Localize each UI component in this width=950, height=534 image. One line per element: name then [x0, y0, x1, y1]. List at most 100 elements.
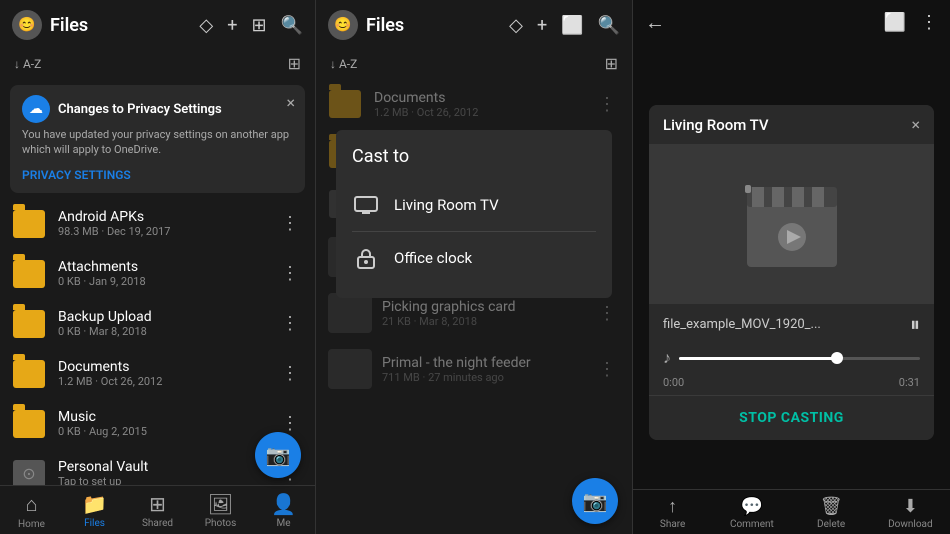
view-toggle[interactable]: ⊞	[605, 54, 618, 73]
seek-thumb[interactable]	[831, 352, 843, 364]
mid-topbar-icons: ◇ + ⬜ 🔍	[509, 15, 620, 36]
nav-photos[interactable]: 🖼 Photos	[189, 492, 252, 530]
files-icon: 📁	[82, 492, 107, 516]
cast-clock-label: Office clock	[394, 249, 472, 267]
cast-screen-icon[interactable]: ⬜	[884, 12, 906, 33]
item-menu-icon[interactable]: ⋮	[277, 359, 303, 388]
avatar[interactable]: 😊	[328, 10, 358, 40]
list-item[interactable]: Attachments 0 KB · Jan 9, 2018 ⋮	[0, 249, 315, 299]
more-icon[interactable]: ⋮	[920, 12, 938, 33]
mid-panel-title: Files	[366, 15, 501, 36]
pause-icon[interactable]: ⏸	[910, 312, 920, 336]
add-icon[interactable]: +	[227, 15, 237, 36]
notif-title: Changes to Privacy Settings	[58, 102, 222, 117]
photos-icon: 🖼	[208, 492, 233, 516]
item-menu-icon[interactable]: ⋮	[594, 90, 620, 119]
diamond-icon[interactable]: ◇	[199, 15, 213, 36]
folder-icon	[13, 360, 45, 388]
cast-device-tv[interactable]: Living Room TV	[352, 181, 596, 229]
nav-share[interactable]: ↑ Share	[633, 496, 712, 530]
cast-to-overlay: Cast to Living Room TV Office clock	[336, 130, 612, 298]
left-topbar-icons: ◇ + ⊞ 🔍	[199, 15, 303, 36]
folder-icon	[13, 260, 45, 288]
shared-icon: ⊞	[149, 492, 166, 516]
list-item[interactable]: Android APKs 98.3 MB · Dec 19, 2017 ⋮	[0, 199, 315, 249]
sort-label: ↓ A-Z	[330, 57, 357, 71]
nav-download-label: Download	[888, 519, 933, 530]
cast-device-clock[interactable]: Office clock	[352, 234, 596, 282]
delete-icon: 🗑	[820, 496, 843, 517]
list-item[interactable]: Documents 1.2 MB · Oct 26, 2012 ⋮	[316, 79, 632, 129]
cast-filename-row: file_example_MOV_1920_... ⏸	[649, 304, 934, 344]
music-note-icon: ♪	[663, 348, 671, 368]
cast-seek-row: ♪	[649, 344, 934, 376]
nav-download[interactable]: ⬇ Download	[871, 496, 950, 530]
cast-to-title: Cast to	[352, 146, 596, 167]
nav-files-label: Files	[84, 518, 105, 529]
clapperboard-icon	[737, 177, 847, 272]
cast-icon[interactable]: ⬜	[561, 15, 583, 36]
cast-time-current: 0:00	[663, 376, 684, 389]
cast-card-header: Living Room TV ×	[649, 105, 934, 144]
nav-me[interactable]: 👤 Me	[252, 492, 315, 530]
nav-home[interactable]: ⌂ Home	[0, 492, 63, 530]
seek-bar[interactable]	[679, 357, 920, 360]
camera-fab[interactable]: 📷	[255, 432, 301, 478]
cast-card-close-button[interactable]: ×	[911, 115, 920, 134]
item-menu-icon[interactable]: ⋮	[594, 299, 620, 328]
diamond-icon[interactable]: ◇	[509, 15, 523, 36]
left-panel: 😊 Files ◇ + ⊞ 🔍 ↓ A-Z ⊞ ☁ Changes to Pri…	[0, 0, 316, 534]
cast-card-title: Living Room TV	[663, 116, 769, 134]
comment-icon: 💬	[741, 496, 763, 517]
left-topbar: 😊 Files ◇ + ⊞ 🔍	[0, 0, 315, 50]
avatar[interactable]: 😊	[12, 10, 42, 40]
share-icon: ↑	[668, 496, 677, 517]
notification-banner: ☁ Changes to Privacy Settings × You have…	[10, 85, 305, 193]
grid-icon[interactable]: ⊞	[251, 15, 266, 36]
right-bottom-nav: ↑ Share 💬 Comment 🗑 Delete ⬇ Download	[633, 489, 950, 534]
nav-comment-label: Comment	[730, 519, 774, 530]
left-sortbar: ↓ A-Z ⊞	[0, 50, 315, 79]
sort-label: ↓ A-Z	[14, 57, 41, 71]
cast-card: Living Room TV × f	[649, 105, 934, 440]
nav-shared-label: Shared	[142, 518, 173, 529]
folder-icon	[329, 90, 361, 118]
camera-fab[interactable]: 📷	[572, 478, 618, 524]
search-icon[interactable]: 🔍	[598, 15, 620, 36]
search-icon[interactable]: 🔍	[281, 15, 303, 36]
nav-home-label: Home	[18, 519, 45, 530]
seek-filled	[679, 357, 836, 360]
list-item[interactable]: Backup Upload 0 KB · Mar 8, 2018 ⋮	[0, 299, 315, 349]
stop-casting-button[interactable]: STOP CASTING	[649, 395, 934, 440]
nav-shared[interactable]: ⊞ Shared	[126, 492, 189, 530]
nav-files[interactable]: 📁 Files	[63, 492, 126, 530]
left-bottom-nav: ⌂ Home 📁 Files ⊞ Shared 🖼 Photos 👤 Me	[0, 485, 315, 534]
list-item[interactable]: Primal - the night feeder 711 MB · 27 mi…	[316, 341, 632, 397]
item-menu-icon[interactable]: ⋮	[277, 209, 303, 238]
lock-icon	[352, 244, 380, 272]
right-topbar: ← ⬜ ⋮	[633, 0, 950, 45]
right-panel: ← ⬜ ⋮ Living Room TV ×	[633, 0, 950, 534]
cast-timeline-row: 0:00 0:31	[649, 376, 934, 395]
item-menu-icon[interactable]: ⋮	[277, 309, 303, 338]
mid-sortbar: ↓ A-Z ⊞	[316, 50, 632, 79]
tv-icon	[352, 191, 380, 219]
item-menu-icon[interactable]: ⋮	[594, 355, 620, 384]
notif-body: You have updated your privacy settings o…	[22, 127, 293, 158]
list-item[interactable]: Documents 1.2 MB · Oct 26, 2012 ⋮	[0, 349, 315, 399]
folder-icon	[13, 310, 45, 338]
notif-close-button[interactable]: ×	[286, 93, 295, 112]
nav-delete-label: Delete	[817, 519, 845, 530]
back-icon[interactable]: ←	[645, 10, 665, 35]
cast-time-total: 0:31	[899, 376, 920, 389]
cast-video-preview	[649, 144, 934, 304]
add-icon[interactable]: +	[537, 15, 547, 36]
notif-link[interactable]: PRIVACY SETTINGS	[22, 168, 131, 182]
item-menu-icon[interactable]: ⋮	[277, 259, 303, 288]
nav-delete[interactable]: 🗑 Delete	[792, 496, 871, 530]
right-topbar-icons: ⬜ ⋮	[884, 12, 938, 33]
cloud-icon: ☁	[22, 95, 50, 123]
nav-comment[interactable]: 💬 Comment	[712, 496, 791, 530]
home-icon: ⌂	[25, 492, 37, 517]
view-toggle[interactable]: ⊞	[288, 54, 301, 73]
